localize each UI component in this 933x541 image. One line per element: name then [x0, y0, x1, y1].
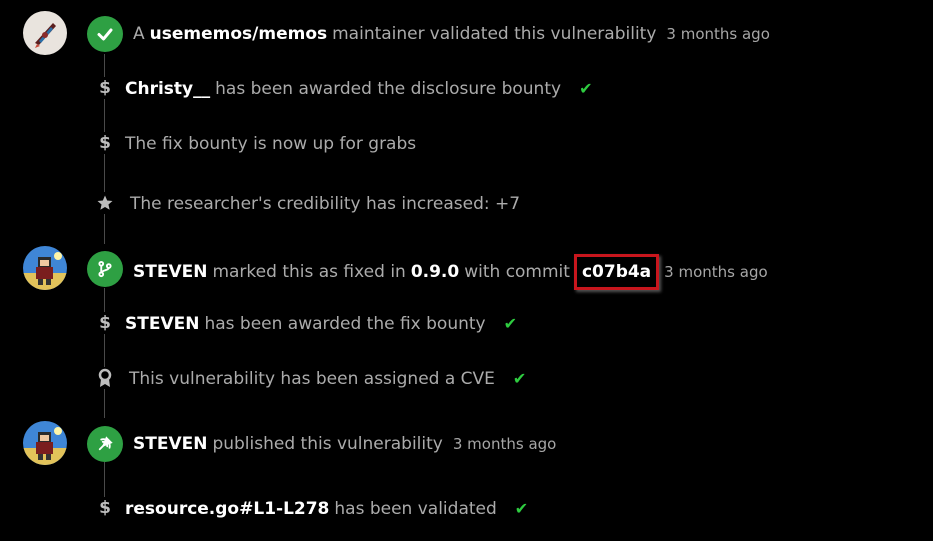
dollar-icon: $ — [94, 132, 116, 154]
event-credibility: The researcher's credibility has increas… — [130, 193, 520, 215]
commit-link[interactable]: c07b4a — [573, 254, 660, 290]
event-text: This vulnerability has been assigned a C… — [129, 369, 495, 389]
timeline-line — [104, 288, 105, 418]
timestamp: 3 months ago — [666, 25, 770, 43]
event-text: maintainer — [332, 24, 425, 44]
git-branch-icon — [87, 251, 123, 287]
timestamp: 3 months ago — [452, 435, 557, 453]
event-bounty: STEVEN has been awarded the fix bounty ✔ — [125, 313, 517, 335]
award-icon — [94, 367, 116, 389]
version-label: 0.9.0 — [410, 262, 460, 282]
check-icon: ✔ — [512, 369, 527, 388]
event-text: has been awarded the disclosure bounty — [215, 79, 562, 99]
user-avatar[interactable] — [23, 421, 67, 465]
publish-icon — [87, 426, 123, 462]
user-link[interactable]: STEVEN — [125, 313, 199, 335]
user-avatar[interactable] — [23, 246, 67, 290]
file-link[interactable]: resource.go#L1-L278 — [125, 498, 329, 520]
dollar-icon: $ — [94, 77, 116, 99]
maintainer-avatar[interactable] — [23, 11, 67, 55]
event-cve: This vulnerability has been assigned a C… — [129, 368, 526, 390]
event-prefix: A — [133, 24, 145, 44]
check-icon: ✔ — [514, 499, 529, 518]
event-text: marked this as fixed in — [212, 262, 406, 282]
dollar-icon: $ — [94, 497, 116, 519]
event-text: validated this vulnerability — [429, 24, 657, 44]
user-link[interactable]: STEVEN — [133, 261, 207, 283]
event-published: STEVEN published this vulnerability 3 mo… — [133, 433, 556, 455]
user-link[interactable]: Christy__ — [125, 78, 210, 100]
event-validated: A usememos/memos maintainer validated th… — [133, 23, 770, 45]
dollar-icon: $ — [94, 312, 116, 334]
event-text: published this vulnerability — [212, 434, 443, 454]
event-text: with commit — [464, 262, 570, 282]
timestamp: 3 months ago — [664, 263, 768, 281]
event-bounty: Christy__ has been awarded the disclosur… — [125, 78, 592, 100]
check-icon: ✔ — [503, 314, 518, 333]
timeline-line — [104, 462, 105, 498]
event-text: has been validated — [334, 499, 497, 519]
event-bounty: The fix bounty is now up for grabs — [125, 133, 416, 155]
event-validated-file: resource.go#L1-L278 has been validated ✔ — [125, 498, 528, 520]
event-text: The researcher's credibility has increas… — [130, 194, 521, 214]
org-link[interactable]: usememos/memos — [150, 23, 327, 45]
event-fixed: STEVEN marked this as fixed in 0.9.0 wit… — [133, 254, 768, 290]
check-icon — [87, 16, 123, 52]
user-link[interactable]: STEVEN — [133, 433, 207, 455]
event-text: has been awarded the fix bounty — [204, 314, 486, 334]
check-icon: ✔ — [579, 79, 593, 98]
event-text: The fix bounty is now up for grabs — [125, 134, 417, 154]
star-icon — [94, 192, 116, 214]
